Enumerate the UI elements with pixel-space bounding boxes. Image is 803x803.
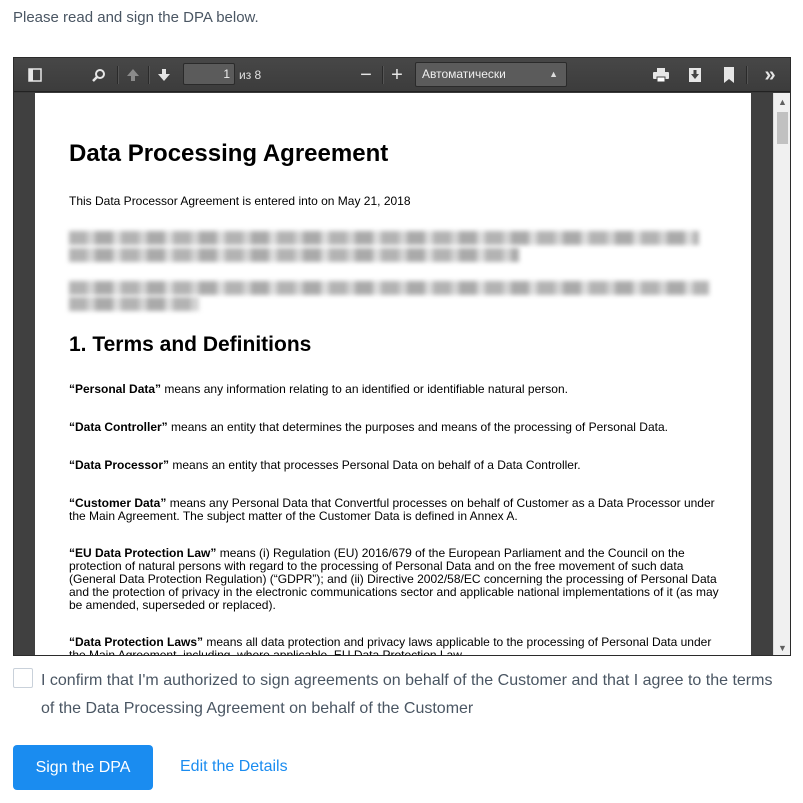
bookmark-icon[interactable] [718,64,740,86]
redacted-text [69,281,709,295]
confirm-label[interactable]: I confirm that I'm authorized to sign ag… [41,667,789,723]
definition-term: “Data Controller” [69,420,168,434]
redacted-text [69,248,519,262]
zoom-select[interactable]: Автоматически ▲ [415,62,567,87]
definition-item: “EU Data Protection Law” means (i) Regul… [69,547,729,612]
definition-text: means any information relating to an ide… [161,382,568,396]
scroll-thumb[interactable] [777,112,788,144]
document-area[interactable]: Data Processing Agreement This Data Proc… [14,93,773,656]
definition-term: “Data Processor” [69,458,170,472]
document-title: Data Processing Agreement [69,140,389,167]
scroll-down-icon[interactable]: ▼ [774,639,790,655]
arrow-down-icon[interactable] [153,64,175,86]
sign-dpa-button[interactable]: Sign the DPA [13,745,153,790]
page-count: из 8 [239,68,262,82]
definition-item: “Data Processor” means an entity that pr… [69,459,729,472]
tools-button[interactable]: » [759,64,781,86]
document-page: Data Processing Agreement This Data Proc… [35,93,751,656]
download-icon[interactable] [684,64,706,86]
intro-text: Please read and sign the DPA below. [13,9,259,26]
definition-term: “Personal Data” [69,382,162,396]
zoom-in-button[interactable]: + [386,64,408,86]
confirm-checkbox[interactable] [13,668,33,688]
scrollbar[interactable]: ▲ ▼ [773,93,790,655]
definition-term: “Data Protection Laws” [69,635,204,649]
zoom-value: Автоматически [422,67,506,81]
print-icon[interactable] [650,64,672,86]
arrow-up-icon[interactable] [122,64,144,86]
redacted-text [69,231,699,245]
definition-text: means an entity that determines the purp… [167,420,668,434]
definition-item: “Personal Data” means any information re… [69,383,729,396]
definition-item: “Customer Data” means any Personal Data … [69,497,729,523]
zoom-out-button[interactable]: − [355,64,377,86]
definition-term: “EU Data Protection Law” [69,546,217,560]
document-intro: This Data Processor Agreement is entered… [69,194,411,208]
pdf-toolbar: 1 из 8 − + Автоматически ▲ » [14,58,790,92]
definition-item: “Data Protection Laws” means all data pr… [69,636,729,656]
definition-item: “Data Controller” means an entity that d… [69,421,729,434]
select-arrows-icon: ▲ [549,69,558,79]
sidebar-toggle-icon[interactable] [24,64,46,86]
search-icon[interactable] [88,64,110,86]
section-title: 1. Terms and Definitions [69,333,312,356]
page-number-input[interactable]: 1 [183,63,235,85]
pdf-viewer: 1 из 8 − + Автоматически ▲ » Data Proces… [13,57,791,656]
definition-text: means an entity that processes Personal … [169,458,581,472]
edit-details-link[interactable]: Edit the Details [180,758,288,776]
redacted-text [69,297,199,311]
scroll-up-icon[interactable]: ▲ [774,93,790,110]
definition-term: “Customer Data” [69,496,167,510]
definition-text: means any Personal Data that Convertful … [69,496,715,523]
